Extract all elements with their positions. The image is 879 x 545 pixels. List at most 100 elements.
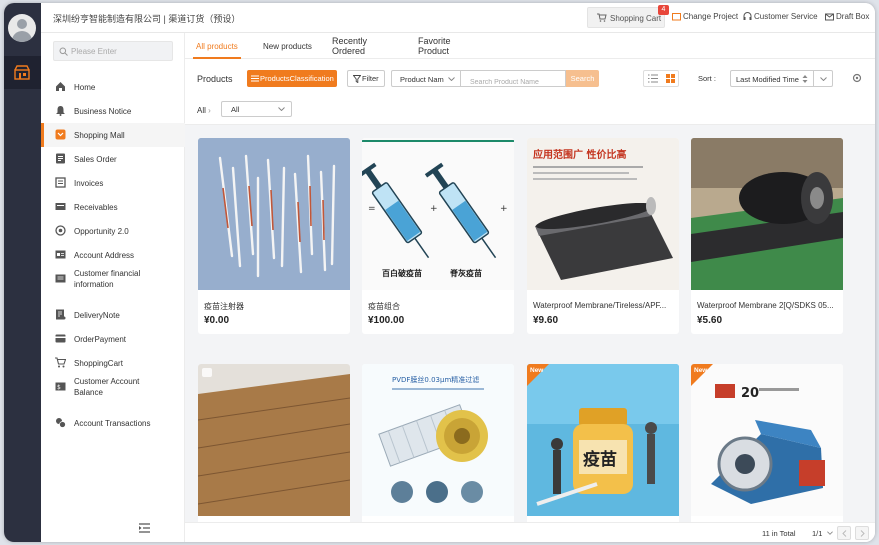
product-search-box[interactable]: [461, 70, 566, 90]
product-name[interactable]: Waterproof Membrane/Tireless/APF...: [533, 301, 673, 310]
vaccine-bottle-label: 疫苗: [583, 449, 617, 470]
prev-page-button[interactable]: [837, 526, 851, 540]
sidebar-item-label: Account Address: [74, 251, 135, 260]
list-view-icon: [648, 74, 658, 83]
sidebar-item-label: Account Transactions: [74, 419, 151, 428]
draft-box-icon: [825, 13, 834, 21]
sidebar-item-label: Customer financial information: [74, 269, 141, 289]
collapse-menu-icon[interactable]: [139, 523, 150, 533]
sidebar-item-home[interactable]: Home: [41, 75, 185, 99]
draft-box-link[interactable]: Draft Box: [825, 12, 869, 21]
sidebar-item-label: Sales Order: [74, 155, 117, 164]
product-card[interactable]: Waterproof Membrane 2[Q/SDKS 05... ¥5.60: [691, 138, 843, 334]
avatar[interactable]: [8, 14, 36, 42]
sidebar-item-receivables[interactable]: Receivables: [41, 195, 185, 219]
sort-select[interactable]: Last Modified Time: [730, 70, 814, 87]
sidebar-item-invoices[interactable]: Invoices: [41, 171, 185, 195]
sidebar-item-shoppingcart[interactable]: ShoppingCart: [41, 351, 185, 375]
sidebar-item-label: Business Notice: [74, 107, 132, 116]
product-price: ¥5.60: [697, 315, 723, 326]
product-name[interactable]: 疫苗组合: [368, 301, 508, 312]
product-search-input[interactable]: [461, 75, 565, 90]
sort-value: Last Modified Time: [736, 75, 799, 84]
sidebar-item-opportunity-2-0[interactable]: Opportunity 2.0: [41, 219, 185, 243]
filter-button[interactable]: Filter: [347, 70, 385, 87]
syringes-photo: [198, 138, 350, 290]
filter-icon: [353, 75, 361, 83]
sort-arrows-icon: [802, 75, 808, 83]
sidebar-item-shopping-mall[interactable]: Shopping Mall: [41, 123, 185, 147]
product-card[interactable]: [198, 364, 350, 522]
sidebar-item-label: OrderPayment: [74, 335, 127, 344]
filter-headline: PVDF膜丝0.03μm精准过滤: [392, 375, 479, 384]
breadcrumb-all[interactable]: All: [197, 106, 206, 115]
product-card[interactable]: 20 New: [691, 364, 843, 522]
headset-icon: [743, 12, 752, 20]
new-ribbon-label: New: [530, 367, 544, 374]
list-view-button[interactable]: [644, 71, 662, 86]
bell-icon: [56, 106, 65, 116]
product-card[interactable]: 疫苗注射器 ¥0.00: [198, 138, 350, 334]
next-page-button[interactable]: [855, 526, 869, 540]
chevron-down-icon: [448, 77, 455, 81]
balance-icon: $: [55, 382, 66, 391]
tab-recently-ordered[interactable]: Recently Ordered: [332, 36, 376, 56]
gear-icon[interactable]: [852, 73, 862, 83]
product-price: ¥0.00: [204, 315, 230, 326]
product-card[interactable]: PVDF膜丝0.03μm精准过滤: [362, 364, 514, 522]
customer-service-link[interactable]: Customer Service: [743, 12, 818, 21]
svg-text:$: $: [57, 384, 61, 391]
sidebar-item-sales-order[interactable]: Sales Order: [41, 147, 185, 171]
page-indicator: 1/1: [812, 529, 823, 538]
membrane-rolls-photo: [691, 138, 843, 290]
new-ribbon-label: New: [694, 367, 708, 374]
sidebar-item-account-transactions[interactable]: Account Transactions: [41, 411, 185, 435]
sidebar-item-customer-account-balance[interactable]: $ Customer Account Balance: [41, 375, 185, 399]
main-content: All products New products Recently Order…: [185, 33, 875, 542]
product-name[interactable]: 疫苗注射器: [204, 301, 344, 312]
tab-all-products[interactable]: All products: [196, 42, 238, 52]
chevron-down-icon: [820, 77, 827, 81]
product-card[interactable]: 应用范围广 性价比高 Waterproof Membrane/Tireless/…: [527, 138, 679, 334]
product-card[interactable]: 疫苗 New: [527, 364, 679, 522]
svg-text:+: +: [500, 204, 508, 214]
sidebar-item-orderpayment[interactable]: OrderPayment: [41, 327, 185, 351]
change-project-link[interactable]: Change Project: [672, 12, 738, 21]
sidebar-item-account-address[interactable]: Account Address: [41, 243, 185, 267]
menu-search-input[interactable]: [71, 45, 171, 58]
tab-favorite-product[interactable]: Favorite Product: [418, 36, 462, 56]
chevron-right-icon: [860, 530, 865, 537]
shopping-cart-button[interactable]: Shopping Cart: [587, 7, 665, 28]
sidebar-item-label: Home: [74, 83, 96, 92]
tab-new-products[interactable]: New products: [263, 42, 312, 52]
customer-service-label: Customer Service: [754, 12, 818, 21]
search-field-select[interactable]: Product Nam: [391, 70, 461, 87]
invoice-icon: [55, 177, 66, 188]
menu-search[interactable]: [53, 41, 173, 61]
product-price: ¥100.00: [368, 315, 405, 326]
grid-view-button[interactable]: [662, 71, 680, 86]
membrane-roll-photo: 应用范围广 性价比高: [527, 138, 679, 290]
sidebar-item-customer-financial-information[interactable]: Customer financial information: [41, 267, 185, 291]
filter-label: Filter: [362, 74, 379, 83]
change-project-label: Change Project: [683, 12, 739, 21]
svg-text:=: =: [368, 204, 376, 214]
breadcrumb: All ›: [197, 106, 211, 115]
side-menu: Home Business Notice Shopping Mall Sales Or…: [41, 33, 185, 542]
finance-icon: [55, 274, 66, 283]
home-icon: [56, 82, 65, 91]
membrane-headline: 应用范围广 性价比高: [533, 148, 626, 161]
pagination-bar: 11 in Total 1/1: [185, 522, 875, 542]
product-name[interactable]: Waterproof Membrane 2[Q/SDKS 05...: [697, 301, 837, 310]
sort-direction-button[interactable]: [814, 70, 833, 87]
category-select-value: All: [231, 105, 240, 114]
category-select[interactable]: All: [221, 101, 292, 117]
products-classification-button[interactable]: ProductsClassification: [247, 70, 337, 87]
product-card[interactable]: = + + 百白破疫苗 脊灰疫苗 疫苗组合 ¥100.00: [362, 138, 514, 334]
search-button[interactable]: Search: [566, 70, 599, 87]
company-name[interactable]: 深圳纷亨智能制造有限公司 | 渠道订货（预设）: [53, 12, 240, 25]
mall-icon: [55, 129, 66, 140]
sidebar-item-business-notice[interactable]: Business Notice: [41, 99, 185, 123]
page-select[interactable]: 1/1: [812, 529, 833, 538]
sidebar-item-deliverynote[interactable]: DeliveryNote: [41, 303, 185, 327]
